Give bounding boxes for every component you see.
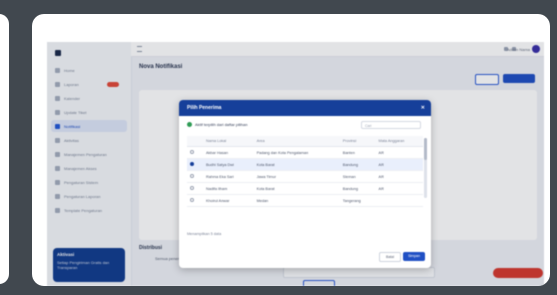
left-card: [0, 14, 9, 284]
table-row[interactable]: Rahma Eka Sari Jawa Timur Sleman AR: [187, 170, 423, 183]
modal-header: Pilih Penerima ✕: [179, 100, 431, 116]
filter-label: Aktif terpilih dari daftar pilihan: [195, 122, 248, 127]
search-input[interactable]: Cari: [361, 121, 421, 129]
table-cell: Sleman: [339, 170, 376, 183]
row-radio[interactable]: [190, 198, 194, 202]
check-icon: [187, 122, 192, 127]
table-cell: Khoirul Anwar: [203, 194, 254, 207]
row-radio[interactable]: [190, 162, 194, 166]
table-cell: Budhi Satya Dwi: [203, 158, 254, 171]
close-icon[interactable]: ✕: [421, 105, 425, 111]
cancel-button[interactable]: Batal: [379, 252, 401, 262]
table-cell: AR: [375, 146, 423, 159]
table-cell: AR: [375, 170, 423, 183]
table-cell: [375, 194, 423, 207]
row-radio[interactable]: [190, 150, 194, 154]
table-cell: Nadifa Ilham: [203, 182, 254, 195]
table-cell: AR: [375, 158, 423, 171]
column-header[interactable]: Area: [253, 136, 340, 147]
recipient-table: Nama Lokal Area Provinsi Mata Anggaran A…: [187, 136, 423, 207]
table-cell: Jawa Timur: [253, 170, 340, 183]
select-header: [187, 136, 203, 147]
table-cell: Rahma Eka Sari: [203, 170, 254, 183]
table-cell: Tangerang: [339, 194, 376, 207]
table-cell: Kota Barat: [253, 182, 340, 195]
screenshot-card: Home Laporan Kalender Update Tiket Notifikas…: [32, 14, 550, 286]
table-row[interactable]: Akbar Hasan Padang dan Kota Pengalaman Ban…: [187, 146, 423, 159]
app-screen: Home Laporan Kalender Update Tiket Notifikas…: [47, 42, 544, 286]
table-cell: Padang dan Kota Pengalaman: [253, 146, 340, 159]
select-recipient-modal: Pilih Penerima ✕ Aktif terpilih dari daf…: [179, 100, 431, 268]
table-row[interactable]: Khoirul Anwar Medan Tangerang: [187, 194, 423, 207]
active-filter[interactable]: Aktif terpilih dari daftar pilihan: [187, 122, 247, 127]
table-cell: Medan: [253, 194, 340, 207]
table-cell: Akbar Hasan: [203, 146, 254, 159]
row-radio[interactable]: [190, 186, 194, 190]
save-button[interactable]: Simpan: [403, 252, 425, 261]
table-cell: Bandung: [339, 158, 376, 171]
table-cell: Banten: [339, 146, 376, 159]
table-cell: Bandung: [339, 182, 376, 195]
column-header[interactable]: Mata Anggaran: [375, 136, 423, 147]
scrollbar[interactable]: [424, 138, 427, 198]
table-cell: AR: [375, 182, 423, 195]
row-count: Menampilkan 5 data: [187, 232, 222, 236]
table-row[interactable]: Nadifa Ilham Kota Barat Bandung AR: [187, 182, 423, 195]
table-row[interactable]: Budhi Satya Dwi Kota Barat Bandung AR: [187, 158, 423, 171]
modal-title: Pilih Penerima: [187, 105, 222, 111]
row-radio[interactable]: [190, 174, 194, 178]
column-header[interactable]: Provinsi: [339, 136, 376, 147]
table-cell: Kota Barat: [253, 158, 340, 171]
column-header[interactable]: Nama Lokal: [203, 136, 254, 147]
